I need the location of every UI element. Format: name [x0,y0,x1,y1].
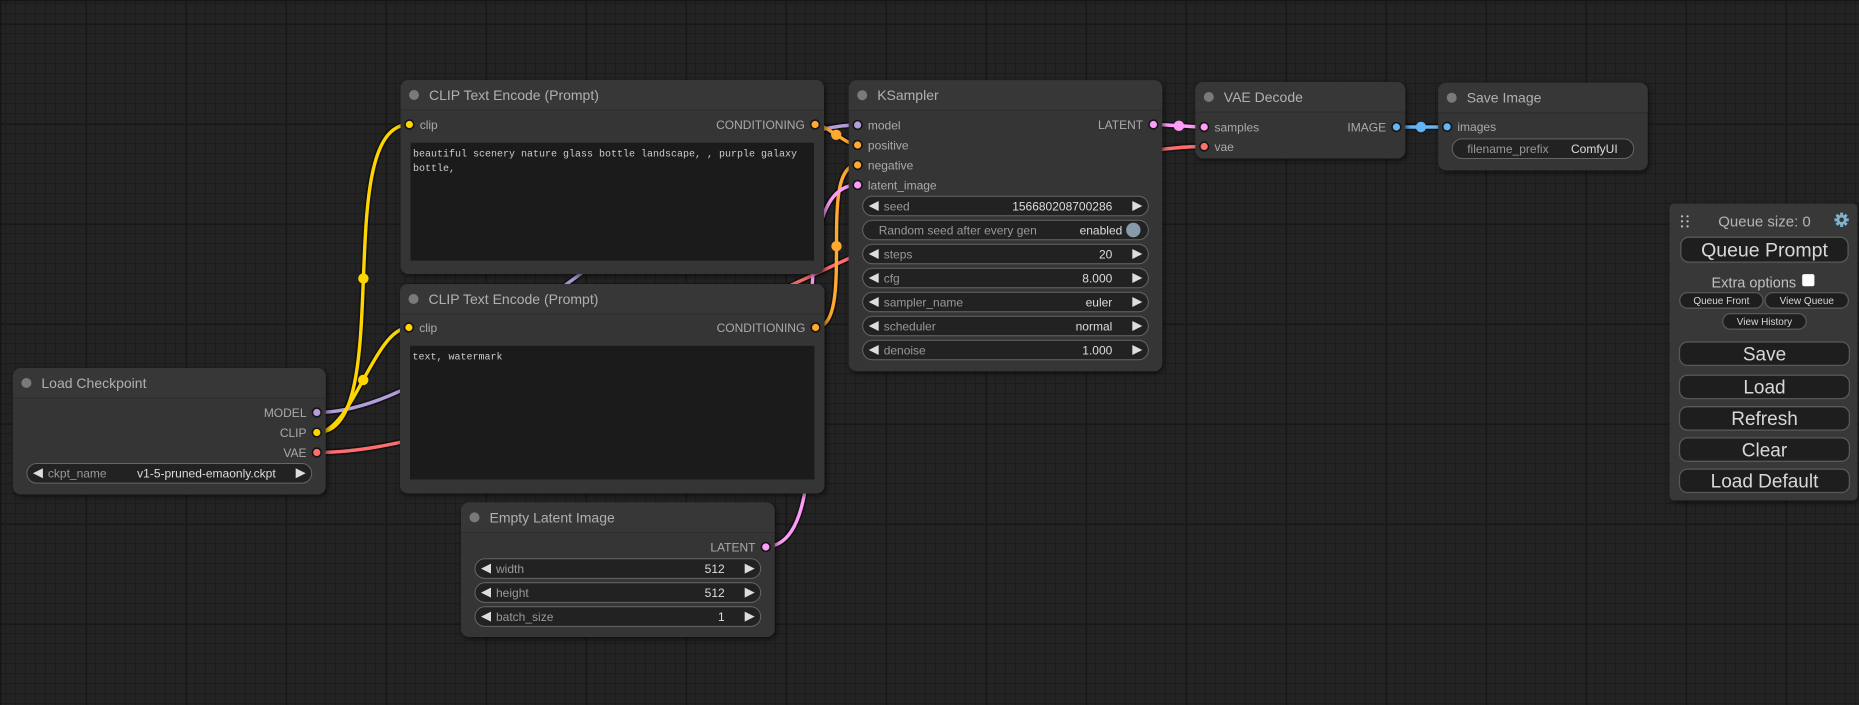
svg-text:v1-5-pruned-emaonly.ckpt: v1-5-pruned-emaonly.ckpt [137,467,276,481]
svg-text:VAE: VAE [283,446,306,460]
svg-text:seed: seed [884,199,910,213]
svg-text:text, watermark: text, watermark [413,352,503,364]
svg-text:CLIP Text Encode (Prompt): CLIP Text Encode (Prompt) [429,87,599,103]
svg-text:clip: clip [419,321,437,335]
svg-text:Load: Load [1743,378,1785,399]
svg-text:positive: positive [868,138,909,152]
svg-text:1: 1 [718,610,725,624]
svg-text:steps: steps [884,247,913,261]
svg-text:width: width [495,562,524,576]
svg-text:CONDITIONING: CONDITIONING [717,321,806,335]
svg-text:bottle,: bottle, [413,163,455,175]
svg-text:samples: samples [1215,120,1260,134]
svg-text:CONDITIONING: CONDITIONING [716,118,805,132]
svg-text:8.000: 8.000 [1082,271,1112,285]
svg-text:Save Image: Save Image [1467,90,1542,106]
svg-text:enabled: enabled [1080,223,1123,237]
svg-text:filename_prefix: filename_prefix [1467,142,1548,156]
svg-text:scheduler: scheduler [884,319,936,333]
svg-text:latent_image: latent_image [868,178,937,192]
svg-text:clip: clip [420,118,438,132]
svg-text:Refresh: Refresh [1731,409,1798,430]
svg-text:View Queue: View Queue [1780,296,1835,307]
svg-text:Queue Prompt: Queue Prompt [1701,240,1828,262]
svg-text:Random seed after every gen: Random seed after every gen [879,223,1037,237]
svg-text:IMAGE: IMAGE [1347,120,1386,134]
svg-text:model: model [868,118,901,132]
svg-text:beautiful scenery nature glass: beautiful scenery nature glass bottle la… [413,149,797,161]
svg-text:denoise: denoise [884,343,926,357]
svg-text:1.000: 1.000 [1082,343,1112,357]
svg-text:ckpt_name: ckpt_name [48,467,107,481]
svg-text:KSampler: KSampler [877,87,939,103]
svg-text:sampler_name: sampler_name [884,295,964,309]
svg-text:Extra options: Extra options [1712,275,1797,291]
svg-text:Save: Save [1743,345,1786,366]
svg-text:VAE Decode: VAE Decode [1224,89,1303,105]
svg-text:MODEL: MODEL [264,406,307,420]
svg-text:images: images [1457,120,1496,134]
svg-text:LATENT: LATENT [710,540,756,554]
svg-text:512: 512 [705,586,725,600]
svg-text:156680208700286: 156680208700286 [1012,199,1112,213]
svg-text:batch_size: batch_size [496,610,554,624]
svg-text:CLIP Text Encode (Prompt): CLIP Text Encode (Prompt) [429,291,599,307]
svg-text:View History: View History [1737,317,1792,328]
svg-text:20: 20 [1099,247,1113,261]
svg-text:Queue Front: Queue Front [1693,296,1749,307]
svg-text:512: 512 [705,562,725,576]
svg-text:CLIP: CLIP [280,426,307,440]
svg-text:height: height [496,586,529,600]
svg-text:Empty Latent Image: Empty Latent Image [490,509,616,525]
svg-text:Queue size: 0: Queue size: 0 [1718,213,1811,230]
svg-text:ComfyUI: ComfyUI [1571,142,1618,156]
svg-text:LATENT: LATENT [1098,118,1144,132]
svg-text:vae: vae [1215,140,1235,154]
svg-text:Load Default: Load Default [1711,472,1819,493]
svg-text:Load Checkpoint: Load Checkpoint [41,375,146,391]
svg-text:normal: normal [1076,319,1113,333]
svg-text:cfg: cfg [884,271,900,285]
svg-text:Clear: Clear [1742,440,1788,461]
svg-text:euler: euler [1086,295,1113,309]
svg-text:negative: negative [868,158,914,172]
